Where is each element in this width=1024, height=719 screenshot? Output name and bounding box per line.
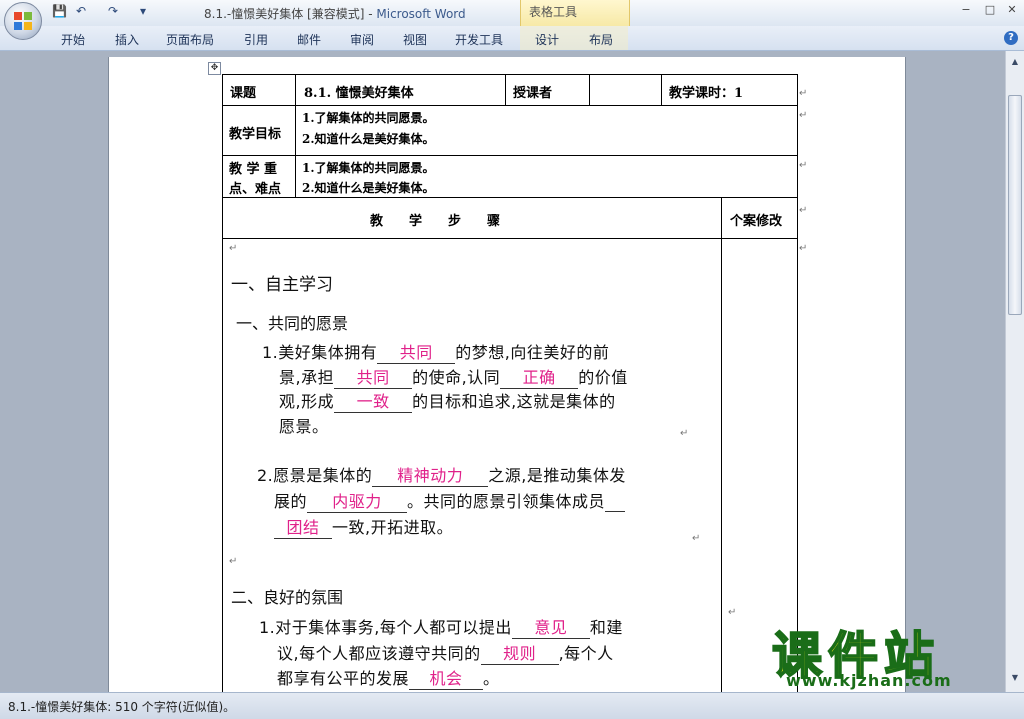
key-label-line1: 教 学 重 (229, 162, 278, 177)
paragraph-mark: ↵ (692, 533, 701, 544)
topic-label: 课题 (230, 86, 257, 101)
ribbon-tabs (0, 26, 1024, 51)
word-count-status[interactable]: 8.1.-憧憬美好集体: 510 个字符(近似值)。 (8, 698, 235, 715)
table-tools-label: 表格工具 (529, 5, 578, 19)
tab-insert[interactable]: 插入 (115, 31, 139, 48)
tab-review[interactable]: 审阅 (350, 31, 374, 48)
tab-home[interactable]: 开始 (61, 31, 85, 48)
body-line: 观,形成 一致 的目标和追求,这就是集体的 (279, 388, 616, 413)
goal-label: 教学目标 (229, 127, 282, 142)
app-name: Microsoft Word (376, 7, 466, 21)
title-bar: 💾 ↶ ↷ ▾ 8.1.-憧憬美好集体 [兼容模式] - Microsoft W… (0, 0, 1024, 26)
minimize-button[interactable]: − (956, 2, 976, 18)
answer-blank: 共同 (334, 364, 413, 389)
answer-blank: 共同 (377, 339, 456, 364)
body-line: 团结 一致,开拓进取。 (274, 514, 453, 539)
subsection-heading: 一、共同的愿景 (236, 314, 349, 333)
customize-toolbar-icon[interactable]: ▾ (140, 4, 146, 18)
paragraph-mark: ↵ (799, 205, 808, 216)
paragraph-mark: ↵ (799, 88, 808, 99)
body-line: 展的 内驱力 。共同的愿景引领集体成员 (274, 488, 626, 513)
paragraph-mark: ↵ (799, 110, 808, 121)
subsection-heading: 二、良好的氛围 (231, 588, 344, 607)
undo-icon[interactable]: ↶ (76, 4, 86, 18)
goal-item: 1.了解集体的共同愿景。 (302, 111, 435, 125)
help-icon[interactable]: ? (1004, 31, 1018, 45)
scrollbar-thumb[interactable] (1008, 95, 1022, 315)
answer-blank: 团结 (274, 514, 332, 539)
table-tools-context: 表格工具 (520, 0, 630, 26)
paragraph-mark: ↵ (229, 243, 238, 254)
tab-layout[interactable]: 布局 (589, 31, 613, 48)
save-icon[interactable]: 💾 (52, 4, 67, 18)
key-item: 2.知道什么是美好集体。 (302, 181, 435, 195)
table-move-handle-icon[interactable]: ✥ (208, 62, 221, 75)
steps-header: 教 学 步 骤 (370, 214, 501, 229)
answer-blank: 规则 (480, 640, 559, 665)
key-item: 1.了解集体的共同愿景。 (302, 161, 435, 175)
body-line: 2.愿景是集体的 精神动力 之源,是推动集体发 (257, 462, 626, 487)
cell-teacher-value[interactable] (589, 74, 662, 106)
goal-item: 2.知道什么是美好集体。 (302, 132, 435, 146)
body-line: 议,每个人都应该遵守共同的 规则 ,每个人 (277, 640, 614, 665)
paragraph-mark: ↵ (229, 556, 238, 567)
watermark-url: www.kjzhan.com (786, 671, 952, 690)
tab-mailings[interactable]: 邮件 (297, 31, 321, 48)
answer-blank: 精神动力 (372, 462, 489, 487)
answer-blank: 意见 (511, 614, 590, 639)
tab-view[interactable]: 视图 (403, 31, 427, 48)
teacher-label: 授课者 (513, 86, 553, 101)
vertical-scrollbar[interactable]: ▲ ▼ (1005, 51, 1024, 692)
answer-blank: 正确 (500, 364, 579, 389)
tab-design[interactable]: 设计 (535, 31, 559, 48)
hours-label: 教学课时：1 (669, 86, 744, 101)
office-logo-icon (14, 12, 32, 30)
paragraph-mark: ↵ (680, 428, 689, 439)
revise-header: 个案修改 (730, 214, 783, 229)
tab-developer[interactable]: 开发工具 (455, 31, 503, 48)
body-line: 1.对于集体事务,每个人都可以提出 意见 和建 (259, 614, 623, 639)
close-button[interactable]: ✕ (1002, 2, 1022, 18)
tab-references[interactable]: 引用 (244, 31, 268, 48)
office-button[interactable] (4, 2, 42, 40)
paragraph-mark: ↵ (799, 160, 808, 171)
tab-page-layout[interactable]: 页面布局 (166, 31, 214, 48)
body-line: 愿景。 (279, 417, 329, 436)
paragraph-mark: ↵ (799, 243, 808, 254)
answer-blank: 一致 (334, 388, 413, 413)
redo-icon[interactable]: ↷ (108, 4, 118, 18)
topic-value: 8.1. 憧憬美好集体 (304, 86, 414, 101)
key-label-line2: 点、难点 (229, 182, 282, 197)
section-heading: 一、自主学习 (231, 275, 333, 295)
document-title: 8.1.-憧憬美好集体 [兼容模式] - (204, 7, 377, 21)
paragraph-mark: ↵ (728, 607, 737, 618)
watermark-logo: 课件站 www.kjzhan.com (771, 616, 1004, 690)
body-line: 都享有公平的发展 机会。 (277, 665, 500, 690)
restore-button[interactable]: □ (980, 2, 1000, 18)
scroll-down-icon[interactable]: ▼ (1008, 671, 1022, 685)
body-line: 景,承担 共同 的使命,认同 正确 的价值 (279, 364, 628, 389)
status-bar: 8.1.-憧憬美好集体: 510 个字符(近似值)。 (0, 692, 1024, 719)
answer-blank: 内驱力 (307, 488, 408, 513)
body-line: 1.美好集体拥有 共同 的梦想,向往美好的前 (262, 339, 609, 364)
scroll-up-icon[interactable]: ▲ (1008, 55, 1022, 69)
window-title: 8.1.-憧憬美好集体 [兼容模式] - Microsoft Word (204, 5, 466, 22)
answer-blank: 机会 (409, 665, 484, 690)
